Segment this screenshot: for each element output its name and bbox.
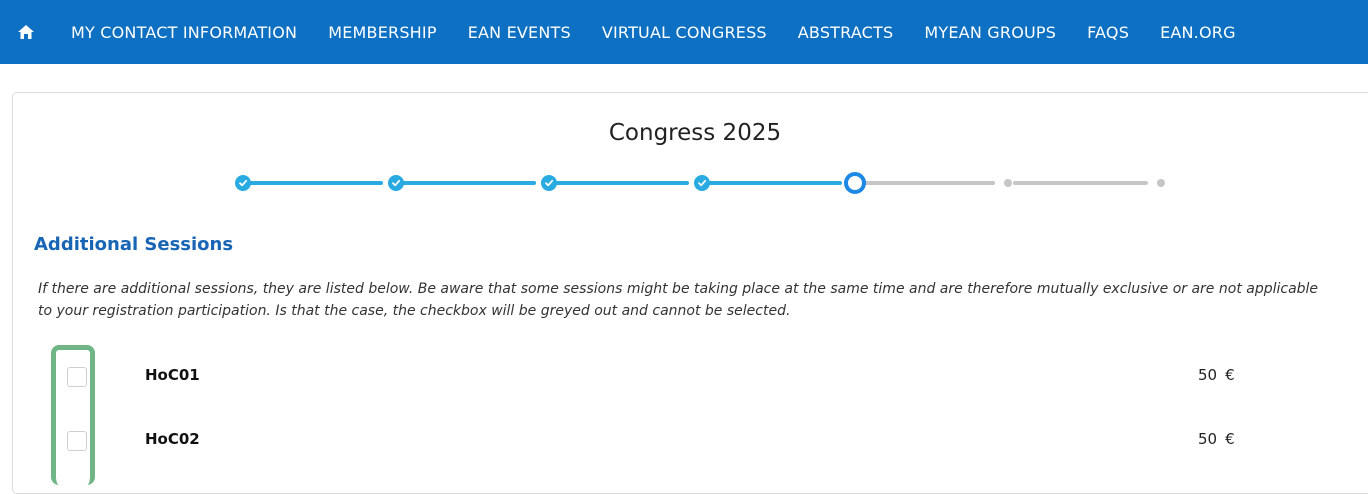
stepper-step-todo xyxy=(1157,179,1165,187)
session-price: 50 € xyxy=(1198,430,1235,448)
stepper-step-current xyxy=(844,172,866,194)
progress-stepper xyxy=(235,172,1165,194)
session-checkbox[interactable] xyxy=(67,367,87,387)
nav-ean-events[interactable]: EAN EVENTS xyxy=(468,23,571,42)
session-price: 50 € xyxy=(1198,366,1235,384)
check-icon xyxy=(392,179,401,187)
nav-faqs[interactable]: FAQS xyxy=(1087,23,1129,42)
stepper-connector xyxy=(860,181,995,185)
stepper-connector xyxy=(554,181,689,185)
stepper-connector xyxy=(248,181,383,185)
nav-ean-org[interactable]: EAN.ORG xyxy=(1160,23,1236,42)
section-heading: Additional Sessions xyxy=(34,234,234,255)
stepper-step-done xyxy=(388,175,404,191)
stepper-step-done xyxy=(235,175,251,191)
stepper-step-todo xyxy=(1004,179,1012,187)
price-amount: 50 xyxy=(1198,430,1218,448)
top-navigation: MY CONTACT INFORMATION MEMBERSHIP EAN EV… xyxy=(0,0,1368,64)
check-icon xyxy=(698,179,707,187)
stepper-connector xyxy=(401,181,536,185)
nav-my-contact-information[interactable]: MY CONTACT INFORMATION xyxy=(71,23,297,42)
session-name: HoC02 xyxy=(145,430,200,448)
nav-myean-groups[interactable]: MYEAN GROUPS xyxy=(924,23,1056,42)
nav-membership[interactable]: MEMBERSHIP xyxy=(328,23,436,42)
price-amount: 50 xyxy=(1198,366,1218,384)
stepper-step-done xyxy=(541,175,557,191)
session-name: HoC01 xyxy=(145,366,200,384)
session-checkbox[interactable] xyxy=(67,431,87,451)
nav-abstracts[interactable]: ABSTRACTS xyxy=(798,23,894,42)
home-icon[interactable] xyxy=(0,0,52,64)
session-row: HoC01 50 € xyxy=(0,363,1368,389)
nav-virtual-congress[interactable]: VIRTUAL CONGRESS xyxy=(602,23,767,42)
check-icon xyxy=(239,179,248,187)
price-currency: € xyxy=(1225,430,1235,448)
page-title: Congress 2025 xyxy=(608,120,782,146)
check-icon xyxy=(545,179,554,187)
stepper-step-done xyxy=(694,175,710,191)
session-row: HoC02 50 € xyxy=(0,427,1368,453)
stepper-connector xyxy=(1013,181,1148,185)
price-currency: € xyxy=(1225,366,1235,384)
sessions-notice: If there are additional sessions, they a… xyxy=(38,281,1319,319)
stepper-connector xyxy=(707,181,842,185)
